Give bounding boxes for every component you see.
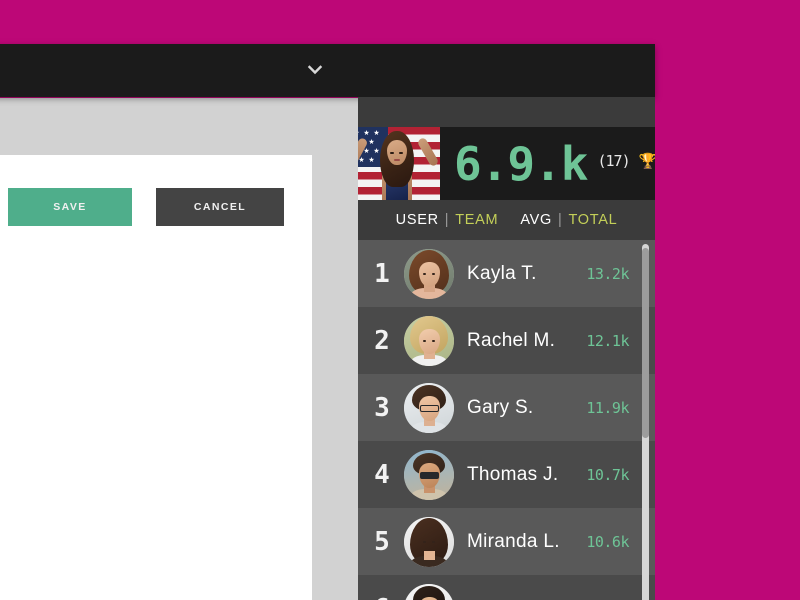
row-name: Kayla T. [467,262,537,284]
leaderboard-hero: ★ ★ ★ ★ ★ ★ ★ ★ ★ ★ [358,127,655,213]
top-bar [0,44,655,97]
row-name: Gary S. [467,396,534,418]
screen: SAVE CANCEL ★ ★ ★ ★ ★ ★ ★ 6.9.k (17) 🏆 U… [0,0,800,600]
leaderboard-rows[interactable]: 1 Kayla T. 13.2k 2 Rachel M. 12.1k 3 Gar… [358,240,655,600]
chevron-down-icon[interactable] [306,61,324,79]
table-row[interactable]: 1 Kayla T. 13.2k [358,240,655,307]
row-rank: 4 [374,459,390,490]
table-row[interactable]: 6 Chris H. 9.9k [358,575,655,600]
avatar [404,516,454,567]
row-score: 13.2k [586,264,629,283]
save-button[interactable]: SAVE [8,188,132,226]
dialog-action-bar: SAVE CANCEL [8,188,328,226]
athlete-eye-left [390,152,394,154]
table-row[interactable]: 3 Gary S. 11.9k [358,374,655,441]
athlete-lips [394,159,400,161]
avatar [404,315,454,366]
avatar [404,382,454,433]
avatar [404,583,454,600]
hero-score-value: 6.9.k [454,136,588,191]
tab-separator-scope: | [444,212,450,228]
tab-avg[interactable]: AVG [520,212,552,228]
row-name: Thomas J. [467,463,559,485]
row-score: 12.1k [586,331,629,350]
avatar [404,248,454,299]
athlete-figure [358,131,440,200]
row-rank: 6 [360,594,404,600]
row-rank: 5 [374,526,390,557]
hero-avatar-photo: ★ ★ ★ ★ ★ ★ ★ ★ ★ ★ [358,127,440,200]
row-score: 10.6k [586,532,629,551]
hero-score-group: 6.9.k (17) 🏆 [454,127,655,200]
tab-user[interactable]: USER [396,212,439,228]
hero-rank-value: (17) [597,151,630,170]
row-score: 11.9k [586,398,629,417]
table-row[interactable]: 5 Miranda L. 10.6k [358,508,655,575]
trophy-icon: 🏆 [638,152,655,170]
leaderboard-panel: ★ ★ ★ ★ ★ ★ ★ ★ ★ ★ [358,97,655,600]
cancel-button[interactable]: CANCEL [156,188,284,226]
tab-total[interactable]: TOTAL [568,212,617,228]
avatar [404,449,454,500]
table-row[interactable]: 2 Rachel M. 12.1k [358,307,655,374]
leaderboard-tabs: USER | TEAM AVG | TOTAL [358,200,655,240]
row-rank: 3 [374,392,390,423]
tab-team[interactable]: TEAM [455,212,498,228]
row-name: Miranda L. [467,530,560,552]
sunglasses-icon [420,471,439,479]
glasses-icon [420,404,439,412]
athlete-eye-right [399,152,403,154]
row-rank: 1 [374,258,390,289]
scrollbar-thumb[interactable] [642,248,649,438]
row-rank: 2 [374,325,390,356]
table-row[interactable]: 4 Thomas J. 10.7k [358,441,655,508]
row-name: Rachel M. [467,329,556,351]
tab-separator-metric: | [557,212,563,228]
row-score: 10.7k [586,465,629,484]
